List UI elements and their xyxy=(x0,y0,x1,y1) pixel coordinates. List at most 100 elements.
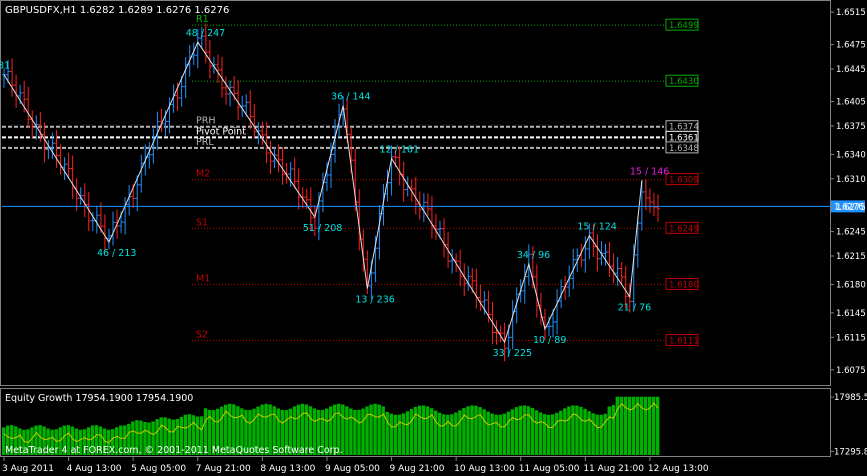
level-name-7: M1 xyxy=(196,273,210,284)
equity-bar xyxy=(583,408,587,455)
equity-bar xyxy=(559,410,563,455)
equity-bar xyxy=(587,411,591,455)
level-name-8: S2 xyxy=(196,330,208,341)
price-tick-label: 1.6375 xyxy=(836,122,866,132)
level-price-label-0: 1.6499 xyxy=(669,21,699,31)
equity-bar xyxy=(595,414,599,455)
level-price-label-4: 1.6348 xyxy=(669,144,699,154)
equity-bar xyxy=(357,409,361,455)
equity-bar xyxy=(397,414,402,455)
price-tick-label: 1.6445 xyxy=(836,65,866,75)
level-price-label-1: 1.6430 xyxy=(669,77,699,87)
level-price-label-8: 1.6111 xyxy=(669,337,699,347)
equity-bar xyxy=(599,414,603,455)
footer-credit: MetaTrader 4 at FOREX.com, © 2001-2011 M… xyxy=(5,445,343,456)
zigzag-label: 46 / 213 xyxy=(97,248,136,259)
zigzag-label: 21 / 76 xyxy=(618,303,651,314)
equity-bar xyxy=(518,405,523,455)
equity-bar xyxy=(534,410,539,455)
symbol-header: GBPUSDFX,H1 1.6282 1.6289 1.6276 1.6276 xyxy=(5,5,229,16)
equity-bar xyxy=(623,396,628,455)
equity-bar xyxy=(450,414,454,455)
zigzag-label: 13 / 236 xyxy=(355,295,394,306)
chart-window[interactable]: R11.64991.6430PRH1.6374Pivot Point1.6361… xyxy=(0,0,867,476)
equity-bar xyxy=(466,406,470,455)
equity-tick-label: 17295.83 xyxy=(834,447,867,457)
equity-bar xyxy=(401,413,406,455)
equity-bar xyxy=(631,396,636,455)
equity-bar xyxy=(502,413,507,455)
time-tick-label: 9 Aug 21:00 xyxy=(390,464,445,474)
background xyxy=(0,0,867,476)
equity-bar xyxy=(647,396,652,455)
time-tick-label: 10 Aug 13:00 xyxy=(454,464,515,474)
equity-bar xyxy=(446,414,450,455)
time-tick-label: 9 Aug 05:00 xyxy=(325,464,380,474)
equity-bar xyxy=(417,405,422,455)
zigzag-label: 12 / 161 xyxy=(380,144,419,155)
zigzag-label: 181 xyxy=(0,61,10,72)
price-tick-label: 1.6340 xyxy=(836,150,866,160)
level-price-label-5: 1.6309 xyxy=(669,176,699,186)
price-tick-label: 1.6310 xyxy=(836,175,866,185)
time-tick-label: 12 Aug 13:00 xyxy=(648,464,709,474)
time-tick-label: 7 Aug 21:00 xyxy=(196,464,251,474)
equity-tick-label: 17985.5 xyxy=(834,393,867,403)
level-price-label-7: 1.6180 xyxy=(669,280,699,290)
equity-bar xyxy=(530,407,535,455)
equity-bar xyxy=(607,406,611,455)
equity-bar xyxy=(381,406,385,455)
equity-bar xyxy=(510,409,515,455)
equity-bar xyxy=(433,410,438,455)
level-name-6: S1 xyxy=(196,217,208,228)
time-tick-label: 5 Aug 05:00 xyxy=(131,464,186,474)
equity-bar xyxy=(538,412,543,455)
level-name-3: Pivot Point xyxy=(196,126,246,137)
equity-bar xyxy=(591,413,595,455)
equity-bar xyxy=(611,405,616,455)
equity-bar xyxy=(373,403,377,455)
price-tick-label: 1.6275 xyxy=(836,203,866,213)
equity-bar xyxy=(458,410,462,455)
equity-bar xyxy=(526,406,531,455)
equity-bar xyxy=(393,414,398,455)
equity-bar xyxy=(490,413,494,455)
zigzag-label: 36 / 144 xyxy=(331,92,370,103)
equity-bar xyxy=(353,409,357,455)
price-tick-label: 1.6180 xyxy=(836,280,866,290)
equity-bar xyxy=(494,414,498,455)
equity-bar xyxy=(349,408,353,455)
equity-bar xyxy=(546,414,551,455)
zigzag-label: 33 / 225 xyxy=(493,348,532,359)
equity-bar xyxy=(369,404,373,455)
equity-bar xyxy=(421,405,426,455)
equity-bar xyxy=(579,406,583,455)
price-tick-label: 1.6145 xyxy=(836,309,866,319)
equity-bar xyxy=(555,412,559,455)
zigzag-label: 48 / 247 xyxy=(186,28,225,39)
equity-bar xyxy=(551,414,555,455)
level-name-5: M2 xyxy=(196,169,210,180)
equity-bar xyxy=(377,404,381,455)
zigzag-label: 34 / 96 xyxy=(517,250,550,261)
equity-bar xyxy=(405,411,410,455)
equity-bar xyxy=(522,405,527,455)
equity-bar xyxy=(498,414,502,455)
equity-bar xyxy=(615,396,620,455)
equity-bar xyxy=(474,405,478,455)
zigzag-label: 51 / 208 xyxy=(303,223,342,234)
time-tick-label: 11 Aug 21:00 xyxy=(583,464,644,474)
equity-bar xyxy=(514,407,519,455)
price-tick-label: 1.6215 xyxy=(836,252,866,262)
equity-bar xyxy=(442,414,446,455)
equity-bar xyxy=(486,411,490,455)
equity-bar xyxy=(425,406,430,455)
equity-bar xyxy=(506,411,511,455)
equity-bar xyxy=(575,405,579,455)
zigzag-label: 15 / 124 xyxy=(577,222,616,233)
level-name-2: PRH xyxy=(196,116,215,127)
equity-bar xyxy=(643,396,648,455)
zigzag-label: 15 / 146 xyxy=(630,166,669,177)
equity-bar xyxy=(361,408,365,455)
equity-bar xyxy=(437,412,442,455)
